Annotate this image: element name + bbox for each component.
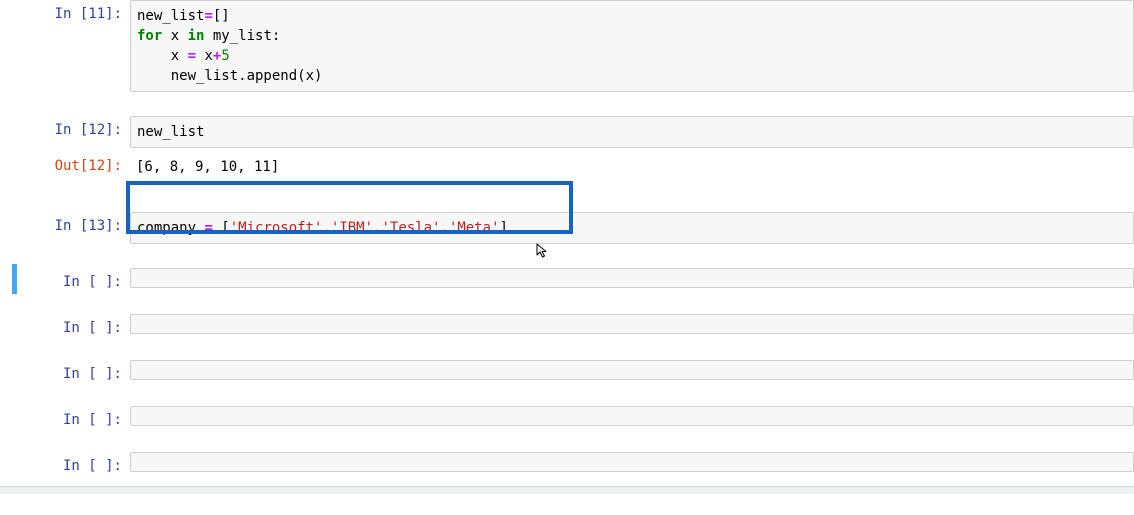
input-prompt: In [ ]: (0, 314, 130, 336)
code-token: x (137, 48, 188, 64)
code-token: for (137, 28, 162, 44)
output-text: [6, 8, 9, 10, 11] (130, 152, 1134, 182)
code-input[interactable] (130, 268, 1134, 288)
output-cell: Out[12]:[6, 8, 9, 10, 11] (0, 152, 1134, 186)
input-prompt: In [ ]: (0, 268, 130, 290)
notebook: In [11]:new_list=[] for x in my_list: x … (0, 0, 1134, 478)
code-token: new_list (137, 124, 204, 140)
code-token: new_list.append(x) (137, 68, 322, 84)
code-token: new_list (137, 8, 204, 24)
code-token: 5 (221, 48, 229, 64)
code-cell[interactable]: In [ ]: (0, 402, 1134, 432)
code-token: company (137, 220, 204, 236)
code-token: = (204, 8, 212, 24)
input-prompt: In [ ]: (0, 452, 130, 474)
code-cell[interactable]: In [ ]: (0, 310, 1134, 340)
input-prompt: In [ ]: (0, 360, 130, 382)
footer-strip (0, 486, 1134, 494)
code-token: = (188, 48, 196, 64)
code-token: = (204, 220, 212, 236)
code-input[interactable] (130, 360, 1134, 380)
code-token: my_list: (204, 28, 280, 44)
input-prompt: In [ ]: (0, 406, 130, 428)
code-token: , (322, 220, 330, 236)
code-cell[interactable]: In [ ]: (0, 448, 1134, 478)
code-input[interactable]: new_list=[] for x in my_list: x = x+5 ne… (130, 0, 1134, 92)
code-cell[interactable]: In [11]:new_list=[] for x in my_list: x … (0, 0, 1134, 96)
code-input[interactable] (130, 406, 1134, 426)
code-cell[interactable]: In [12]: new_list (0, 112, 1134, 152)
code-token: , (441, 220, 449, 236)
code-token: 'Microsoft' (230, 220, 323, 236)
code-token: ] (500, 220, 508, 236)
code-token: x (196, 48, 213, 64)
input-prompt: In [11]: (0, 0, 130, 22)
output-prompt: Out[12]: (0, 152, 130, 174)
code-token: 'Tesla' (381, 220, 440, 236)
code-input[interactable] (130, 452, 1134, 472)
code-cell[interactable]: In [13]:company = ['Microsoft','IBM','Te… (0, 208, 1134, 248)
code-input[interactable] (130, 314, 1134, 334)
code-cell[interactable]: In [ ]: (0, 356, 1134, 386)
code-token: [ (213, 220, 230, 236)
input-prompt: In [13]: (0, 212, 130, 234)
code-token: 'IBM' (331, 220, 373, 236)
code-token: x (162, 28, 187, 44)
code-cell[interactable]: In [ ]: (0, 264, 1134, 294)
code-token: [] (213, 8, 230, 24)
code-token: in (188, 28, 205, 44)
input-prompt: In [12]: (0, 116, 130, 138)
code-token: 'Meta' (449, 220, 500, 236)
code-input[interactable]: new_list (130, 116, 1134, 148)
code-input[interactable]: company = ['Microsoft','IBM','Tesla','Me… (130, 212, 1134, 244)
